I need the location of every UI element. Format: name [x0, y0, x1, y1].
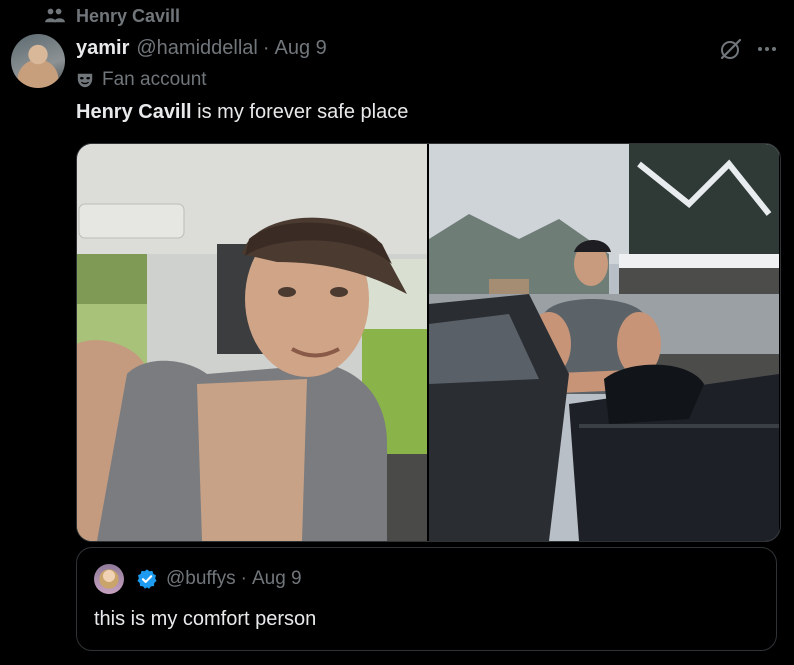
account-label: Fan account — [76, 67, 207, 93]
author-avatar[interactable] — [11, 34, 65, 88]
tweet-text: Henry Cavill is my forever safe place — [76, 99, 408, 125]
quoted-header: @buffys · Aug 9 — [166, 566, 302, 592]
quoted-author-avatar[interactable] — [94, 564, 124, 594]
quoted-separator-dot: · — [240, 568, 247, 589]
social-context-text: Henry Cavill — [76, 5, 181, 26]
quoted-tweet[interactable]: @buffys · Aug 9 this is my comfort perso… — [76, 547, 777, 651]
quoted-text: this is my comfort person — [94, 608, 317, 630]
photo-car-selfie[interactable] — [77, 144, 427, 541]
quoted-handle[interactable]: @buffys — [166, 568, 236, 590]
tweet-text-rest: is my forever safe place — [191, 101, 409, 123]
photo-snow-car[interactable] — [429, 144, 779, 541]
tweet-date[interactable]: Aug 9 — [275, 37, 327, 60]
more-options-icon[interactable] — [752, 36, 782, 62]
mask-icon — [77, 73, 93, 88]
grok-icon[interactable] — [718, 36, 744, 62]
community-icon — [45, 8, 65, 23]
tweet-header: yamir @hamiddellal · Aug 9 — [76, 35, 327, 61]
author-handle[interactable]: @hamiddellal — [136, 37, 257, 60]
social-context[interactable]: Henry Cavill — [44, 6, 180, 26]
tweet-text-bold: Henry Cavill — [76, 101, 192, 123]
quoted-date[interactable]: Aug 9 — [252, 568, 302, 590]
verified-badge-icon — [137, 569, 157, 589]
account-label-text: Fan account — [102, 69, 207, 90]
separator-dot: · — [262, 36, 270, 59]
author-name[interactable]: yamir — [76, 37, 129, 60]
tweet-media — [76, 143, 781, 542]
